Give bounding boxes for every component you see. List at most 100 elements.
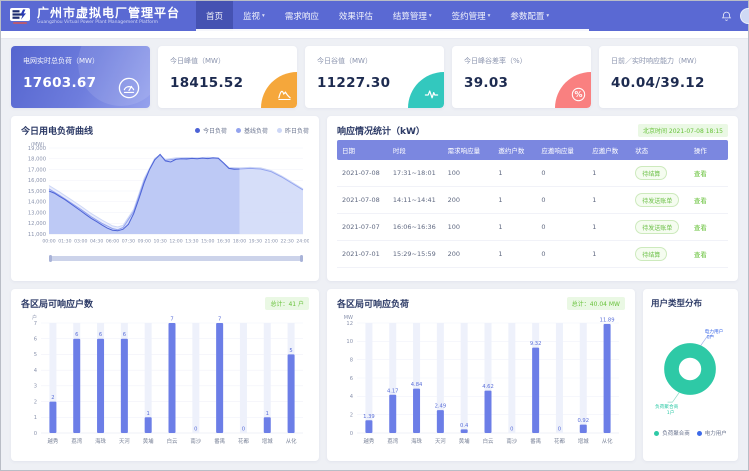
load-curve-chart: (MW)11,00012,00013,00014,00015,00016,000… <box>21 140 309 254</box>
cell-response: 0 <box>536 196 587 204</box>
svg-text:15,000: 15,000 <box>28 189 46 195</box>
load-curve-legend: 今日负荷基线负荷昨日负荷 <box>195 126 309 135</box>
view-link[interactable]: 查看 <box>694 170 707 178</box>
view-link[interactable]: 查看 <box>694 251 707 259</box>
main-nav: 首页监视▾需求响应效果评估结算管理▾签约管理▾参数配置▾ <box>196 1 589 31</box>
nav-item-label: 结算管理 <box>393 10 427 22</box>
brand: 广州市虚拟电厂管理平台 Guangzhou Virtual Power Plan… <box>37 7 180 26</box>
nav-item-2[interactable]: 需求响应 <box>275 1 329 31</box>
load-bar-chart: MW0246810121.39越秀4.17荔湾4.84海珠2.49天河0.4黄埔… <box>337 313 625 447</box>
responsive-households-panel: 各区局可响应户数 总计：41 户 户012345672越秀6荔湾6海珠6天河1黄… <box>11 289 319 461</box>
datazoom-handle[interactable] <box>50 256 302 261</box>
app-subtitle: Guangzhou Virtual Power Plant Management… <box>37 21 180 26</box>
cell-status: 待结算 <box>630 247 689 261</box>
bar <box>145 417 152 433</box>
cell-response: 0 <box>536 169 587 177</box>
bar-value-label: 7 <box>218 317 221 323</box>
bar-value-label: 2 <box>51 395 54 401</box>
cell-action: 查看 <box>689 168 728 178</box>
svg-text:12:00: 12:00 <box>169 239 182 245</box>
kpi-label: 电网实时总负荷（MW） <box>23 56 140 66</box>
datazoom-slider[interactable] <box>49 256 303 261</box>
cell-demand: 200 <box>443 250 494 258</box>
svg-text:01:30: 01:30 <box>58 239 71 245</box>
legend-item-0[interactable]: 今日负荷 <box>195 126 227 135</box>
kpi-label: 日前／实时响应能力（MW） <box>611 56 728 66</box>
svg-text:06:00: 06:00 <box>106 239 119 245</box>
cell-responders: 1 <box>587 169 630 177</box>
nav-item-5[interactable]: 签约管理▾ <box>442 1 501 31</box>
bar <box>288 354 295 433</box>
bar-value-label: 4.17 <box>387 388 399 394</box>
bar-category-label: 越秀 <box>364 437 375 445</box>
nav-item-0[interactable]: 首页 <box>196 1 233 31</box>
bar-value-label: 6 <box>75 332 78 338</box>
svg-text:1: 1 <box>34 415 37 421</box>
cell-response: 0 <box>536 223 587 231</box>
view-link[interactable]: 查看 <box>694 224 707 232</box>
svg-text:19:30: 19:30 <box>249 239 262 245</box>
svg-text:14,000: 14,000 <box>28 200 46 206</box>
nav-item-label: 需求响应 <box>285 10 319 22</box>
bar <box>437 410 444 433</box>
bar-category-label: 越秀 <box>48 437 59 445</box>
households-chart-title: 各区局可响应户数 <box>21 297 93 310</box>
svg-text:18,000: 18,000 <box>28 157 46 163</box>
response-table: 日期时段需求响应量邀约户数应邀响应量应邀户数状态操作2021-07-0817:3… <box>337 140 728 268</box>
bar <box>216 323 223 433</box>
kpi-card-2: 今日谷值（MW）11227.30 <box>305 46 444 108</box>
load-curve-panel: 今日用电负荷曲线 今日负荷基线负荷昨日负荷 (MW)11,00012,00013… <box>11 116 319 281</box>
percent-icon: % <box>571 87 586 102</box>
svg-text:07:30: 07:30 <box>122 239 135 245</box>
donut-slice <box>671 350 708 387</box>
kpi-card-0: 电网实时总负荷（MW）17603.67 <box>11 46 150 108</box>
nav-item-1[interactable]: 监视▾ <box>233 1 275 31</box>
bar-value-label: 4.62 <box>482 384 494 390</box>
bar-track <box>508 323 515 433</box>
cell-date: 2021-07-07 <box>337 223 388 231</box>
kpi-value: 40.04/39.12 <box>611 75 728 91</box>
column-header-1: 时段 <box>388 145 443 155</box>
cell-invited: 1 <box>493 223 536 231</box>
user-avatar[interactable] <box>740 8 749 24</box>
table-row: 2021-07-0716:06~16:36100101待发送账单查看 <box>337 214 728 241</box>
cell-action: 查看 <box>689 222 728 232</box>
column-header-7: 操作 <box>689 145 728 155</box>
cell-responders: 1 <box>587 223 630 231</box>
nav-item-label: 签约管理 <box>452 10 486 22</box>
nav-item-6[interactable]: 参数配置▾ <box>500 1 559 31</box>
cell-date: 2021-07-08 <box>337 196 388 204</box>
cell-response: 0 <box>536 250 587 258</box>
sub-header-strip <box>1 31 748 39</box>
legend-item-1[interactable]: 基线负荷 <box>236 126 268 135</box>
bar-value-label: 11.89 <box>600 318 615 324</box>
svg-text:6: 6 <box>350 376 353 382</box>
legend-dot <box>195 128 200 133</box>
notification-bell-icon[interactable] <box>721 11 732 22</box>
nav-item-label: 参数配置 <box>510 10 544 22</box>
legend-item-2[interactable]: 昨日负荷 <box>277 126 309 135</box>
svg-text:0: 0 <box>350 431 353 437</box>
bar-value-label: 0 <box>242 427 245 433</box>
legend-label: 电力用户 <box>705 429 727 437</box>
callout-label: 电力用户 <box>705 328 724 335</box>
nav-item-3[interactable]: 效果评估 <box>329 1 383 31</box>
bar-value-label: 0 <box>194 427 197 433</box>
callout-label: 负荷聚合商 <box>655 403 679 410</box>
bar-value-label: 1 <box>147 411 150 417</box>
donut-legend-item-1[interactable]: 电力用户 <box>697 429 727 437</box>
bar-track <box>556 323 563 433</box>
logo-icon <box>9 7 31 25</box>
chevron-down-icon: ▾ <box>488 13 491 19</box>
bar-category-label: 增城 <box>262 437 273 445</box>
bar-category-label: 荔湾 <box>387 437 398 445</box>
table-row: 2021-07-0814:11~14:41200101待发送账单查看 <box>337 187 728 214</box>
load-chart-title: 各区局可响应负荷 <box>337 297 409 310</box>
nav-item-4[interactable]: 结算管理▾ <box>383 1 442 31</box>
donut-legend-item-0[interactable]: 负荷聚合商 <box>654 429 690 437</box>
bar-category-label: 黄埔 <box>143 437 154 445</box>
cell-status: 待发送账单 <box>630 193 689 207</box>
svg-text:17,000: 17,000 <box>28 167 46 173</box>
bar-value-label: 0.92 <box>577 418 589 424</box>
view-link[interactable]: 查看 <box>694 197 707 205</box>
